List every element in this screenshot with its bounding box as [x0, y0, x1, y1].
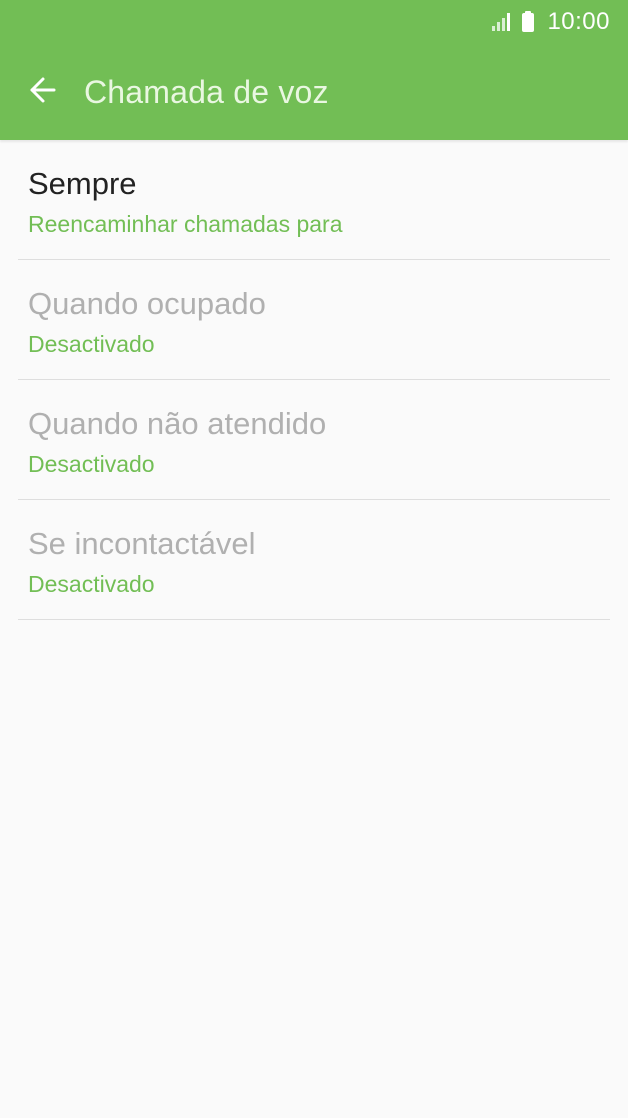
battery-icon: [521, 11, 535, 33]
list-item-title: Se incontactável: [28, 526, 256, 561]
list-item-subtitle: Reencaminhar chamadas para: [28, 211, 343, 237]
back-button[interactable]: [26, 76, 58, 108]
list-item-se-incontactavel[interactable]: Se incontactável Desactivado: [18, 500, 610, 620]
app-screen: 10:00 Chamada de voz Sempre Reencaminhar…: [0, 0, 628, 1118]
status-time: 10:00: [547, 8, 610, 35]
signal-icon: [491, 12, 513, 32]
list-item-title: Quando não atendido: [28, 406, 327, 441]
list-item-quando-nao-atendido[interactable]: Quando não atendido Desactivado: [18, 380, 610, 500]
settings-list: Sempre Reencaminhar chamadas para Quando…: [0, 140, 628, 620]
list-item-subtitle: Desactivado: [28, 571, 155, 597]
app-bar: Chamada de voz: [0, 44, 628, 140]
page-title: Chamada de voz: [84, 74, 329, 110]
list-item-sempre[interactable]: Sempre Reencaminhar chamadas para: [18, 140, 610, 260]
status-icons: 10:00: [491, 10, 610, 34]
status-bar: 10:00: [0, 0, 628, 44]
arrow-left-icon: [27, 75, 57, 110]
list-item-subtitle: Desactivado: [28, 451, 155, 477]
list-item-title: Sempre: [28, 166, 137, 201]
list-item-quando-ocupado[interactable]: Quando ocupado Desactivado: [18, 260, 610, 380]
list-item-subtitle: Desactivado: [28, 331, 155, 357]
list-item-title: Quando ocupado: [28, 286, 266, 321]
